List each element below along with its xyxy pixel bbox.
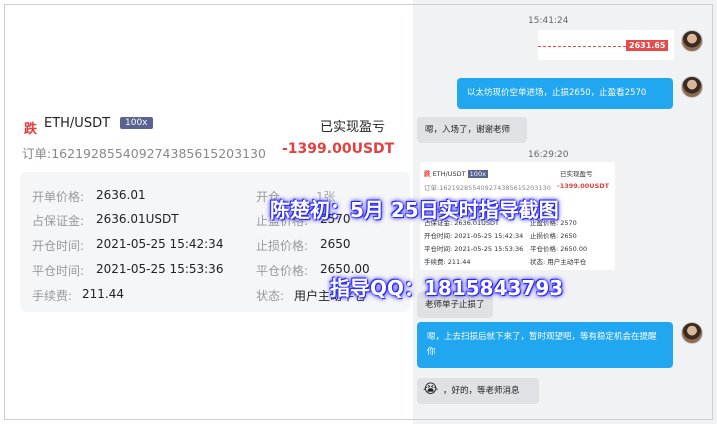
watermark-title: 陈楚初：5月 25日实时指导截图 xyxy=(270,198,559,222)
realized-pnl-label: 已实现盈亏 xyxy=(320,120,386,135)
avatar[interactable] xyxy=(681,76,703,98)
open-time-label: 开仓时间: xyxy=(32,239,85,253)
down-badge: 跌 xyxy=(424,170,431,178)
fee-value: 211.44 xyxy=(82,287,124,301)
trading-pair: ETH/USDT xyxy=(44,116,111,131)
chat-timestamp: 16:29:20 xyxy=(528,150,569,160)
crying-emoji-icon: 😭 xyxy=(423,382,439,397)
margin-label: 占保证金: xyxy=(32,214,85,228)
avatar[interactable] xyxy=(681,322,703,344)
close-time-value: 2021-05-25 15:53:36 xyxy=(96,262,224,276)
close-price-label: 平仓价格: xyxy=(256,264,309,278)
mini-stop-loss: 止损价格: 2650 xyxy=(530,232,577,240)
mini-order-no: 订单:1621928554092743856152031​30 xyxy=(424,184,551,192)
mini-leverage: 100x xyxy=(467,170,488,178)
open-price-label: 开单价格: xyxy=(32,190,85,204)
chat-message-incoming: 嗯，入场了，谢谢老师 xyxy=(417,117,527,143)
chat-timestamp: 15:41:24 xyxy=(528,16,569,26)
avatar[interactable] xyxy=(681,30,703,52)
stop-loss-label: 止损价格: xyxy=(256,239,309,253)
realized-pnl-value: -1399.00USDT xyxy=(282,141,395,157)
chat-message-outgoing: 以太坊现价空单进场，止损2650，止盈看2570 xyxy=(457,78,673,109)
mini-close-price: 平仓价格: 2650.00 xyxy=(530,245,588,253)
mini-close-time: 平仓时间: 2021-05-25 15:53:36 xyxy=(424,245,524,253)
stop-loss-value: 2650 xyxy=(320,237,351,251)
mini-realized-label: 已实现盈亏 xyxy=(560,170,593,178)
chart-price-tag: 2631.65 xyxy=(626,40,669,51)
chart-screenshot[interactable]: 2631.65 xyxy=(538,30,674,60)
mini-fee: 手续费: 211.44 xyxy=(424,258,471,266)
mini-open-time: 开仓时间: 2021-05-25 15:42:34 xyxy=(424,232,524,240)
price-line xyxy=(538,46,626,47)
down-badge-icon: 跌 xyxy=(24,122,38,137)
fee-label: 手续费: xyxy=(32,289,73,303)
chat-message-outgoing: 嗯，上去扫损后就下来了，暂时观望吧，等有稳定机会在提醒你 xyxy=(417,322,673,368)
close-time-label: 平仓时间: xyxy=(32,264,85,278)
mini-pair: ETH/USDT xyxy=(432,170,466,178)
mini-status: 状态: 用户主动平仓 xyxy=(530,258,587,266)
order-number: 订单:1621928554092743856152031​30 xyxy=(22,146,266,161)
open-price-value: 2636.01 xyxy=(96,188,146,202)
status-label: 状态: xyxy=(256,289,285,303)
chat-message-incoming: 😭 ，好的，等老师消息 xyxy=(417,378,539,404)
open-time-value: 2021-05-25 15:42:34 xyxy=(96,237,224,251)
watermark-contact: 指导QQ：1815843793 xyxy=(330,276,564,300)
mini-pnl: -1399.00USDT xyxy=(557,182,610,190)
chat-message-text: ，好的，等老师消息 xyxy=(443,386,520,396)
margin-value: 2636.01USDT xyxy=(96,212,179,226)
leverage-badge: 100x xyxy=(120,117,153,129)
